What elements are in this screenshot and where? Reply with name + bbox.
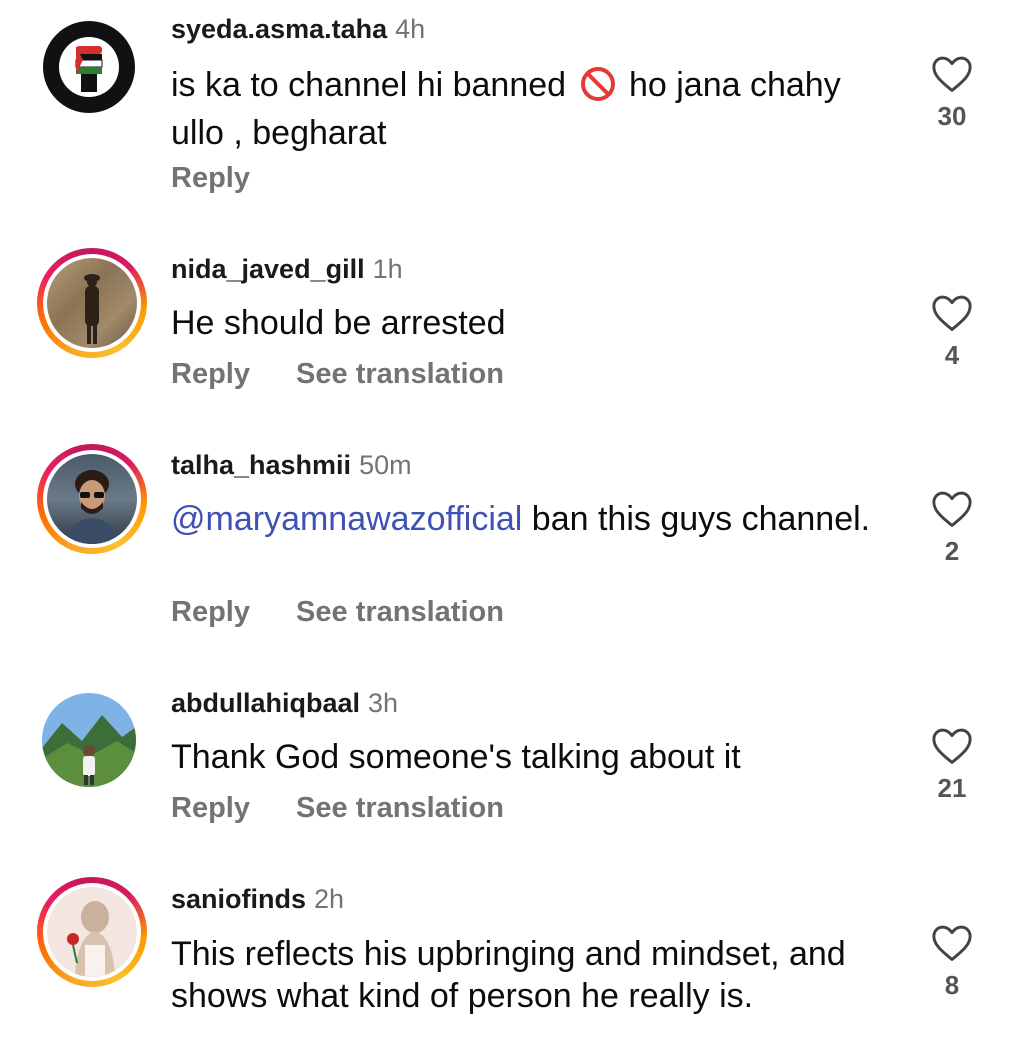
like-button[interactable]: 30 xyxy=(926,55,978,132)
comment-actions: Reply xyxy=(171,162,288,195)
timestamp: 50m xyxy=(359,450,412,480)
like-button[interactable]: 8 xyxy=(926,924,978,1001)
like-button[interactable]: 21 xyxy=(926,727,978,804)
comment-text: is ka to channel hi banned ho jana chahy… xyxy=(171,66,841,152)
heart-outline-icon[interactable] xyxy=(931,294,973,332)
timestamp: 3h xyxy=(368,688,399,718)
avatar[interactable] xyxy=(42,20,136,114)
comment-text: This reflects his upbringing and mindset… xyxy=(171,935,846,1015)
reply-button[interactable]: Reply xyxy=(171,596,250,628)
comment-header: nida_javed_gill 1h xyxy=(171,254,403,285)
mention-link[interactable]: @maryamnawazofficial xyxy=(171,500,522,538)
comment-header: saniofinds 2h xyxy=(171,884,344,915)
avatar xyxy=(47,454,137,544)
comment-actions: Reply See translation xyxy=(171,596,504,629)
like-count: 4 xyxy=(944,340,960,370)
username[interactable]: saniofinds xyxy=(171,884,306,914)
like-button[interactable]: 4 xyxy=(926,294,978,371)
comment-header: syeda.asma.taha 4h xyxy=(171,14,425,45)
comment-header: talha_hashmii 50m xyxy=(171,450,412,481)
heart-outline-icon[interactable] xyxy=(931,490,973,528)
avatar xyxy=(47,258,137,348)
username[interactable]: abdullahiqbaal xyxy=(171,688,360,718)
comment-actions: Reply See translation xyxy=(171,358,504,391)
no-entry-sign-icon xyxy=(580,66,616,112)
timestamp: 2h xyxy=(314,884,345,914)
see-translation-button[interactable]: See translation xyxy=(296,596,504,628)
username[interactable]: talha_hashmii xyxy=(171,450,351,480)
like-count: 30 xyxy=(937,101,967,131)
timestamp: 4h xyxy=(395,14,426,44)
heart-outline-icon[interactable] xyxy=(931,727,973,765)
reply-button[interactable]: Reply xyxy=(171,358,250,390)
heart-outline-icon[interactable] xyxy=(931,924,973,962)
avatar[interactable] xyxy=(42,693,136,787)
avatar-story-ring[interactable] xyxy=(37,248,147,358)
comment-text: @maryamnawazofficial ban this guys chann… xyxy=(171,500,871,538)
like-button[interactable]: 2 xyxy=(926,490,978,567)
free-palestine-logo-icon xyxy=(43,21,135,113)
avatar-story-ring[interactable] xyxy=(37,444,147,554)
comment-actions: Reply See translation xyxy=(171,792,504,825)
username[interactable]: syeda.asma.taha xyxy=(171,14,387,44)
reply-button[interactable]: Reply xyxy=(171,792,250,824)
avatar xyxy=(47,887,137,977)
avatar-story-ring[interactable] xyxy=(37,877,147,987)
like-count: 8 xyxy=(944,970,960,1000)
comment-header: abdullahiqbaal 3h xyxy=(171,688,398,719)
like-count: 21 xyxy=(937,773,967,803)
see-translation-button[interactable]: See translation xyxy=(296,792,504,824)
username[interactable]: nida_javed_gill xyxy=(171,254,365,284)
see-translation-button[interactable]: See translation xyxy=(296,358,504,390)
like-count: 2 xyxy=(944,536,960,566)
timestamp: 1h xyxy=(372,254,403,284)
comment-text: Thank God someone's talking about it xyxy=(171,738,741,776)
reply-button[interactable]: Reply xyxy=(171,162,250,194)
heart-outline-icon[interactable] xyxy=(931,55,973,93)
comment-text: He should be arrested xyxy=(171,304,506,342)
